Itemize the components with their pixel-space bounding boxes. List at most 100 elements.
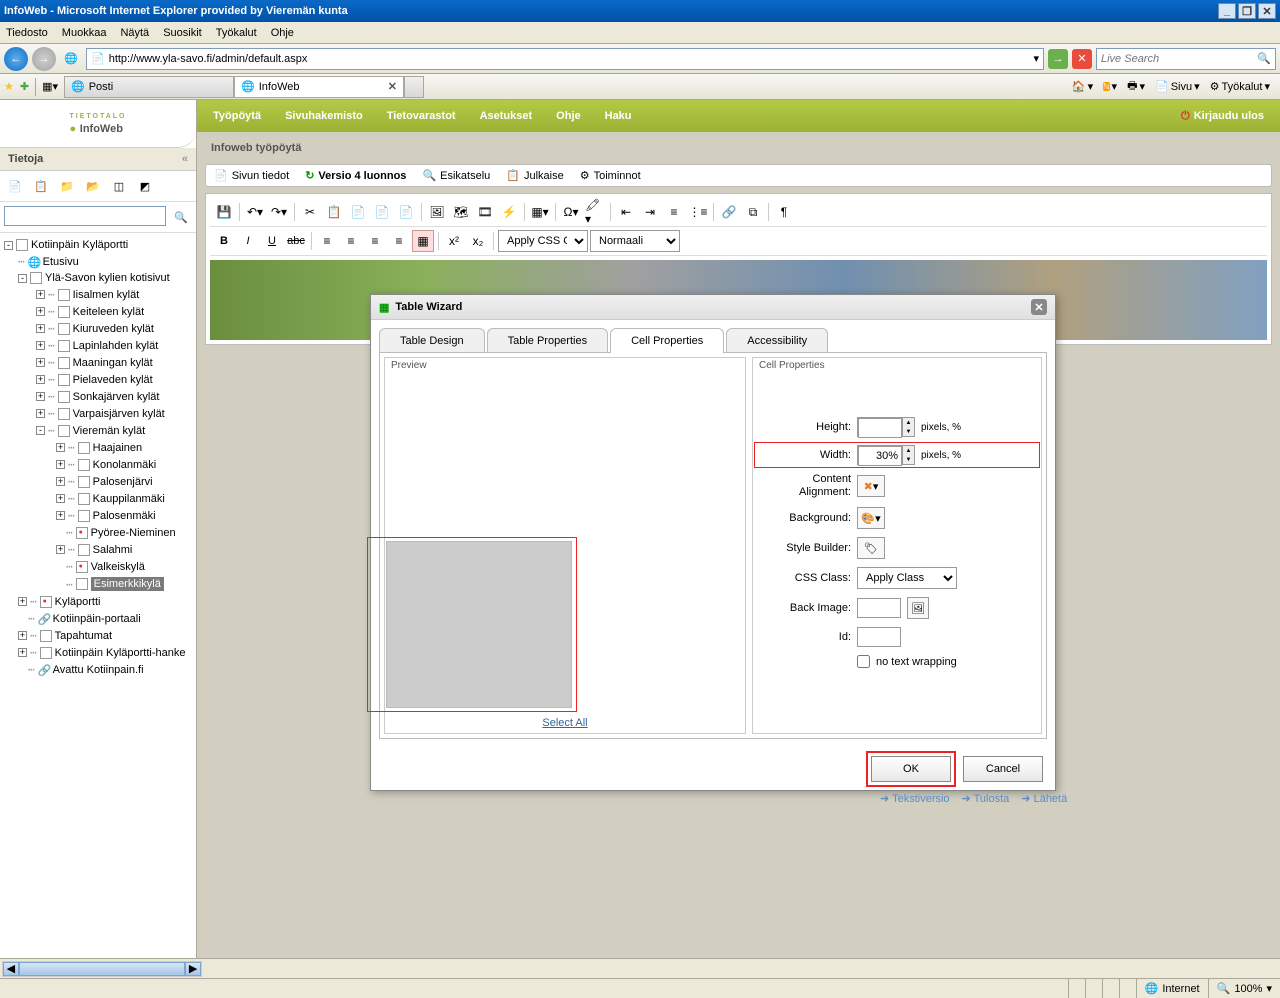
tree-item[interactable]: +⋯Varpaisjärven kylät: [0, 405, 196, 422]
print-dropdown[interactable]: 🖶▾: [1127, 77, 1145, 96]
tree-item[interactable]: +⋯Kauppilanmäki: [0, 490, 196, 507]
underline-icon[interactable]: U: [261, 230, 283, 252]
nav-tietovarastot[interactable]: Tietovarastot: [387, 110, 456, 122]
link-laheta[interactable]: ➜ Lähetä: [1021, 792, 1067, 805]
media-icon[interactable]: 🎞: [474, 201, 496, 223]
indent-icon[interactable]: ⇥: [639, 201, 661, 223]
tab-infoweb[interactable]: 🌐 InfoWeb ✕: [234, 76, 404, 98]
page-dropdown[interactable]: 📄Sivu▾: [1155, 80, 1200, 93]
italic-icon[interactable]: I: [237, 230, 259, 252]
subscript-icon[interactable]: x₂: [467, 230, 489, 252]
nav-tyopoyto[interactable]: Työpöytä: [213, 110, 261, 122]
tree-item[interactable]: +⋯Iisalmen kylät: [0, 286, 196, 303]
tree-item[interactable]: +⋯Keiteleen kylät: [0, 303, 196, 320]
tree-item[interactable]: +⋯Haajainen: [0, 439, 196, 456]
sidebar-search-input[interactable]: [4, 206, 166, 226]
rss-dropdown[interactable]: ℕ▾: [1103, 80, 1117, 93]
align-none-icon[interactable]: ▦: [412, 230, 434, 252]
minimize-button[interactable]: _: [1218, 3, 1236, 19]
ok-button[interactable]: OK: [871, 756, 951, 782]
address-bar[interactable]: 📄 ▾: [86, 48, 1044, 70]
tab-cell-properties[interactable]: Cell Properties: [610, 328, 724, 353]
menu-tiedosto[interactable]: Tiedosto: [6, 27, 48, 39]
align-justify-icon[interactable]: ≡: [388, 230, 410, 252]
imagemap-icon[interactable]: 🗺: [450, 201, 472, 223]
menu-tyokalut[interactable]: Työkalut: [216, 27, 257, 39]
tool2-icon[interactable]: ◩: [134, 175, 156, 197]
tree-item[interactable]: +⋯Kyläportti: [0, 593, 196, 610]
tree-item[interactable]: +⋯Lapinlahden kylät: [0, 337, 196, 354]
folder2-icon[interactable]: 📂: [82, 175, 104, 197]
search-box[interactable]: 🔍: [1096, 48, 1276, 70]
favorites-star-icon[interactable]: ★: [4, 80, 14, 93]
link-tulosta[interactable]: ➜ Tulosta: [962, 792, 1010, 805]
close-button[interactable]: ✕: [1258, 3, 1276, 19]
bold-icon[interactable]: B: [213, 230, 235, 252]
collapse-icon[interactable]: «: [182, 153, 188, 165]
dialog-close-button[interactable]: ✕: [1031, 299, 1047, 315]
action-toiminnot[interactable]: ⚙Toiminnot: [580, 169, 641, 182]
tree-item[interactable]: +⋯Salahmi: [0, 541, 196, 558]
menu-nayta[interactable]: Näytä: [120, 27, 149, 39]
nav-haku[interactable]: Haku: [605, 110, 632, 122]
nav-sivuhakemisto[interactable]: Sivuhakemisto: [285, 110, 363, 122]
horizontal-scrollbar[interactable]: ◀▶: [0, 958, 1280, 978]
tree-item[interactable]: +⋯Sonkajärven kylät: [0, 388, 196, 405]
tree-root[interactable]: -Kotiinpäin Kyläportti: [0, 237, 196, 253]
status-zoom[interactable]: 🔍100%▾: [1208, 979, 1280, 998]
tree-item[interactable]: +⋯Konolanmäki: [0, 456, 196, 473]
paragraph-icon[interactable]: ¶: [773, 201, 795, 223]
height-input[interactable]: ▲▼: [857, 417, 915, 437]
tree-vieremaan[interactable]: -⋯Vieremän kylät: [0, 422, 196, 439]
search-input[interactable]: [1101, 53, 1257, 65]
ul-icon[interactable]: ⋮≡: [687, 201, 709, 223]
tree-item[interactable]: ⋯🔗Avattu Kotiinpain.fi: [0, 661, 196, 678]
tree-valkeiskyla[interactable]: ⋯Valkeiskylä: [0, 558, 196, 575]
align-center-icon[interactable]: ≡: [340, 230, 362, 252]
tree-etusivu[interactable]: ⋯🌐Etusivu: [0, 253, 196, 270]
folder1-icon[interactable]: 📁: [56, 175, 78, 197]
address-input[interactable]: [109, 53, 1030, 65]
tree-item[interactable]: ⋯🔗Kotiinpäin-portaali: [0, 610, 196, 627]
tree-item[interactable]: +⋯Kiuruveden kylät: [0, 320, 196, 337]
copy-page-icon[interactable]: 📋: [30, 175, 52, 197]
css-class-select[interactable]: Apply Class: [857, 567, 957, 589]
tree-item[interactable]: +⋯Palosenjärvi: [0, 473, 196, 490]
logout-button[interactable]: ⏻Kirjaudu ulos: [1181, 110, 1264, 123]
tree-item[interactable]: +⋯Tapahtumat: [0, 627, 196, 644]
link-icon[interactable]: 🔗: [718, 201, 740, 223]
tab-accessibility[interactable]: Accessibility: [726, 328, 828, 353]
tools-dropdown[interactable]: ⚙Työkalut▾: [1210, 80, 1270, 93]
home-dropdown[interactable]: 🏠▾: [1072, 80, 1093, 93]
symbol-icon[interactable]: Ω▾: [560, 201, 582, 223]
preview-canvas[interactable]: [385, 373, 745, 713]
back-image-browse-button[interactable]: 🖼: [907, 597, 929, 619]
new-tab-button[interactable]: [404, 76, 424, 98]
spin-up[interactable]: ▲: [902, 418, 914, 427]
redo-icon[interactable]: ↷▾: [268, 201, 290, 223]
tab-table-properties[interactable]: Table Properties: [487, 328, 609, 353]
tree-item[interactable]: +⋯Kotiinpäin Kyläportti-hanke: [0, 644, 196, 661]
tree-ylasavo[interactable]: -Ylä-Savon kylien kotisivut: [0, 270, 196, 286]
action-esikatselu[interactable]: 🔍Esikatselu: [422, 169, 490, 182]
tree-pyoree[interactable]: ⋯Pyöree-Nieminen: [0, 524, 196, 541]
ol-icon[interactable]: ≡: [663, 201, 685, 223]
tab-close-icon[interactable]: ✕: [388, 80, 397, 93]
tool1-icon[interactable]: ◫: [108, 175, 130, 197]
nav-ohje[interactable]: Ohje: [556, 110, 580, 122]
action-sivun-tiedot[interactable]: 📄Sivun tiedot: [214, 169, 289, 182]
save-icon[interactable]: 💾: [213, 201, 235, 223]
id-input[interactable]: [857, 627, 901, 647]
unlink-icon[interactable]: ⧉: [742, 201, 764, 223]
highlight-icon[interactable]: 🖍▾: [584, 201, 606, 223]
css-class-select[interactable]: Apply CSS Cl...: [498, 230, 588, 252]
outdent-icon[interactable]: ⇤: [615, 201, 637, 223]
forward-button[interactable]: →: [32, 47, 56, 71]
restore-button[interactable]: ❐: [1238, 3, 1256, 19]
sidebar-search-button[interactable]: 🔍: [170, 206, 192, 228]
menu-muokkaa[interactable]: Muokkaa: [62, 27, 107, 39]
alignment-button[interactable]: ✖ ▾: [857, 475, 885, 497]
align-right-icon[interactable]: ≡: [364, 230, 386, 252]
add-favorite-icon[interactable]: ✚: [20, 80, 29, 93]
tree-item[interactable]: +⋯Pielaveden kylät: [0, 371, 196, 388]
